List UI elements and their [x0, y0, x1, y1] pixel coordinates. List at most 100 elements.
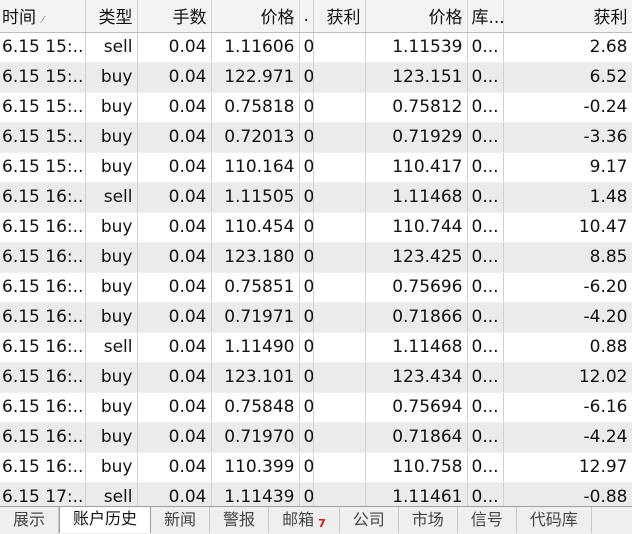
table-row[interactable]: 6.15 15:...buy0.04122.9710.... 123.1510..… — [0, 62, 632, 93]
lots-cell: 0.04 — [137, 32, 212, 63]
column-header-lots[interactable]: 手数 — [137, 0, 212, 33]
swap-cell: 0... — [467, 482, 504, 506]
table-row[interactable]: 6.15 15:...buy0.040.758180.0... 0.758120.… — [0, 92, 632, 123]
close-price-cell: 110.417 — [365, 152, 468, 183]
table-row[interactable]: 6.15 15:...buy0.04110.1640.... 110.4170..… — [0, 152, 632, 183]
time-cell: 6.15 15:... — [0, 32, 86, 63]
table-row[interactable]: 6.15 16:...buy0.04110.3990.... 110.7580..… — [0, 452, 632, 483]
type-cell: sell — [85, 182, 138, 213]
column-header-profit[interactable]: 获利 — [503, 0, 632, 33]
time-cell: 6.15 16:... — [0, 182, 86, 213]
lots-cell: 0.04 — [137, 212, 212, 243]
tab-company[interactable]: 公司 — [340, 507, 399, 533]
swap-cell: 0... — [467, 242, 504, 273]
table-row[interactable]: 6.15 16:...buy0.040.758510.0... 0.756960.… — [0, 272, 632, 303]
table-row[interactable]: 6.15 16:...buy0.04110.4540.... 110.7440..… — [0, 212, 632, 243]
stop-loss-cell: 0.0... — [299, 32, 314, 63]
type-cell: buy — [85, 272, 138, 303]
profit-cell: -0.88 — [503, 482, 632, 506]
open-price-cell: 0.71971 — [211, 302, 300, 333]
type-cell: buy — [85, 422, 138, 453]
take-profit-cell — [313, 242, 366, 273]
tab-code-base[interactable]: 代码库 — [517, 507, 592, 533]
tab-trade[interactable]: 展示 — [0, 507, 60, 533]
lots-cell: 0.04 — [137, 272, 212, 303]
take-profit-cell — [313, 92, 366, 123]
tab-news[interactable]: 新闻 — [151, 507, 211, 533]
column-header-type[interactable]: 类型 — [85, 0, 138, 33]
profit-cell: -0.24 — [503, 92, 632, 123]
time-cell: 6.15 16:... — [0, 242, 86, 273]
swap-cell: 0... — [467, 392, 504, 423]
stop-loss-cell: 0.0... — [299, 122, 314, 153]
table-row[interactable]: 6.15 16:...buy0.040.758480.0... 0.756940.… — [0, 392, 632, 423]
take-profit-cell — [313, 32, 366, 63]
time-cell: 6.15 16:... — [0, 362, 86, 393]
column-header-time[interactable]: 时间 ⁄ — [0, 0, 86, 33]
close-price-cell: 123.434 — [365, 362, 468, 393]
open-price-cell: 1.11439 — [211, 482, 300, 506]
table-row[interactable]: 6.15 15:...buy0.040.720130.0... 0.719290.… — [0, 122, 632, 153]
tab-alerts[interactable]: 警报 — [210, 507, 270, 533]
profit-cell: 1.48 — [503, 182, 632, 213]
open-price-cell: 0.71970 — [211, 422, 300, 453]
tab-market[interactable]: 市场 — [399, 507, 458, 533]
lots-cell: 0.04 — [137, 422, 212, 453]
profit-cell: -4.20 — [503, 302, 632, 333]
time-cell: 6.15 16:... — [0, 452, 86, 483]
tab-signals[interactable]: 信号 — [458, 507, 517, 533]
close-price-cell: 1.11461 — [365, 482, 468, 506]
table-row[interactable]: 6.15 15:...sell0.041.116060.0... 1.115390… — [0, 32, 632, 63]
table-row[interactable]: 6.15 16:...sell0.041.115050.0... 1.114680… — [0, 182, 632, 213]
swap-cell: 0... — [467, 452, 504, 483]
open-price-cell: 1.11490 — [211, 332, 300, 363]
lots-cell: 0.04 — [137, 332, 212, 363]
close-price-cell: 110.744 — [365, 212, 468, 243]
mailbox-unread-badge: 7 — [318, 517, 326, 530]
table-row[interactable]: 6.15 16:...buy0.04123.1800.... 123.4250..… — [0, 242, 632, 273]
type-cell: buy — [85, 62, 138, 93]
column-header-close-price[interactable]: 价格 — [365, 0, 468, 33]
profit-cell: 0.88 — [503, 332, 632, 363]
table-row[interactable]: 6.15 16:...buy0.04123.1010.... 123.4340..… — [0, 362, 632, 393]
column-header-swap[interactable]: 库... — [467, 0, 504, 33]
profit-cell: 8.85 — [503, 242, 632, 273]
table-row[interactable]: 6.15 16:...buy0.040.719700.0... 0.718640.… — [0, 422, 632, 453]
swap-cell: 0... — [467, 122, 504, 153]
stop-loss-cell: 0.0... — [299, 482, 314, 506]
table-row[interactable]: 6.15 16:...buy0.040.719710.0... 0.718660.… — [0, 302, 632, 333]
table-row[interactable]: 6.15 16:...sell0.041.114900.0...1.114680… — [0, 332, 632, 363]
column-header-open-price[interactable]: 价格 — [211, 0, 300, 33]
take-profit-cell — [313, 452, 366, 483]
time-cell: 6.15 15:... — [0, 92, 86, 123]
open-price-cell: 122.971 — [211, 62, 300, 93]
close-price-cell: 1.11539 — [365, 32, 468, 63]
stop-loss-cell: 0.0... — [299, 332, 314, 363]
table-row[interactable]: 6.15 17:...sell0.041.114390.0... 1.114610… — [0, 482, 632, 506]
time-cell: 6.15 16:... — [0, 212, 86, 243]
swap-cell: 0... — [467, 182, 504, 213]
column-header-stop-loss[interactable]: . — [299, 0, 314, 33]
time-cell: 6.15 16:... — [0, 272, 86, 303]
open-price-cell: 123.180 — [211, 242, 300, 273]
type-cell: buy — [85, 242, 138, 273]
column-header-take-profit[interactable]: 获利 — [313, 0, 366, 33]
take-profit-cell — [313, 302, 366, 333]
stop-loss-cell: 0.... — [299, 242, 314, 273]
profit-cell: -3.36 — [503, 122, 632, 153]
bottom-tab-bar: 展示 账户历史 新闻 警报 邮箱 7 公司 市场 信号 代码库 — [0, 506, 632, 534]
tab-mailbox[interactable]: 邮箱 7 — [269, 507, 340, 533]
open-price-cell: 0.75818 — [211, 92, 300, 123]
close-price-cell: 110.758 — [365, 452, 468, 483]
swap-cell: 0... — [467, 302, 504, 333]
lots-cell: 0.04 — [137, 122, 212, 153]
profit-cell: 6.52 — [503, 62, 632, 93]
open-price-cell: 123.101 — [211, 362, 300, 393]
lots-cell: 0.04 — [137, 62, 212, 93]
swap-cell: 0... — [467, 422, 504, 453]
lots-cell: 0.04 — [137, 392, 212, 423]
tab-account-history[interactable]: 账户历史 — [59, 507, 152, 533]
type-cell: buy — [85, 362, 138, 393]
swap-cell: 0... — [467, 32, 504, 63]
lots-cell: 0.04 — [137, 482, 212, 506]
